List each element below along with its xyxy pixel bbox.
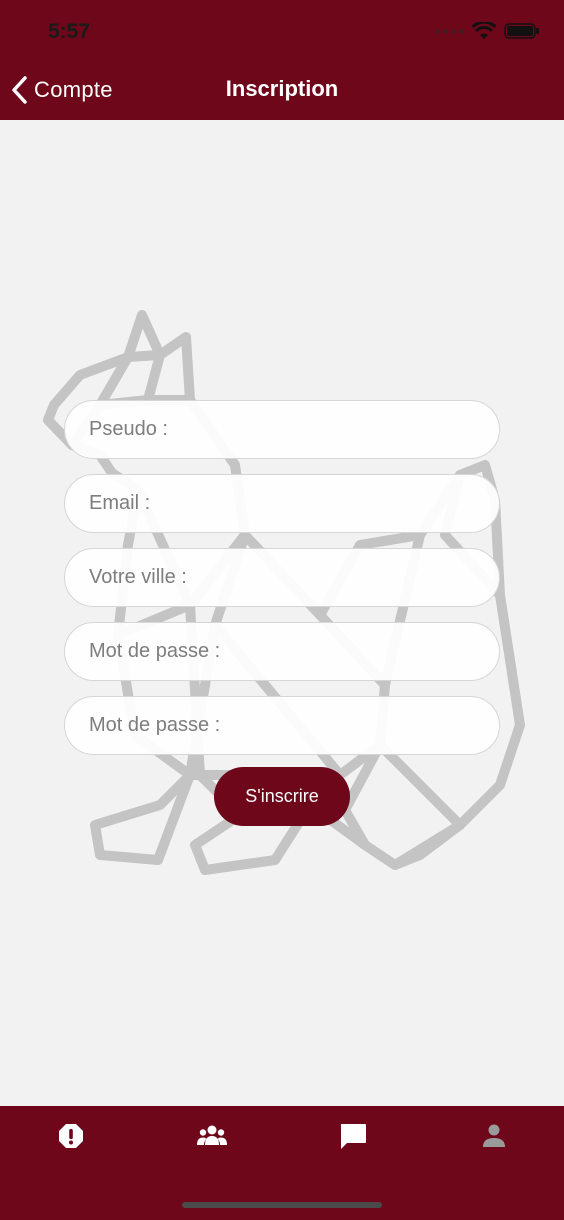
signup-screen: 5:57 Compte Inscription Pseudo: Email:… (0, 0, 564, 1220)
wifi-icon (472, 22, 496, 39)
page-title: Inscription (225, 76, 339, 101)
email-field[interactable] (64, 474, 500, 533)
battery-icon (504, 23, 539, 39)
submit-wrap: S'inscrire (214, 767, 350, 826)
alert-icon (59, 1124, 83, 1148)
group-icon (197, 1125, 227, 1145)
tab-profile[interactable] (472, 1114, 516, 1158)
signal-dots-icon (435, 28, 464, 34)
tab-community[interactable] (190, 1114, 234, 1158)
pseudo-field[interactable] (64, 400, 500, 459)
signup-form (64, 400, 500, 770)
home-indicator[interactable] (182, 1202, 382, 1208)
header-bar: 5:57 Compte Inscription (0, 0, 564, 120)
signup-button[interactable]: S'inscrire (214, 767, 350, 826)
password-field[interactable] (64, 622, 500, 681)
status-time: 5:57 (48, 20, 91, 43)
city-field[interactable] (64, 548, 500, 607)
tab-messages[interactable] (331, 1114, 375, 1158)
password-confirm-field[interactable] (64, 696, 500, 755)
chat-icon (341, 1124, 366, 1149)
status-icons (435, 22, 540, 40)
person-icon (483, 1124, 505, 1147)
tab-alerts[interactable] (49, 1114, 93, 1158)
